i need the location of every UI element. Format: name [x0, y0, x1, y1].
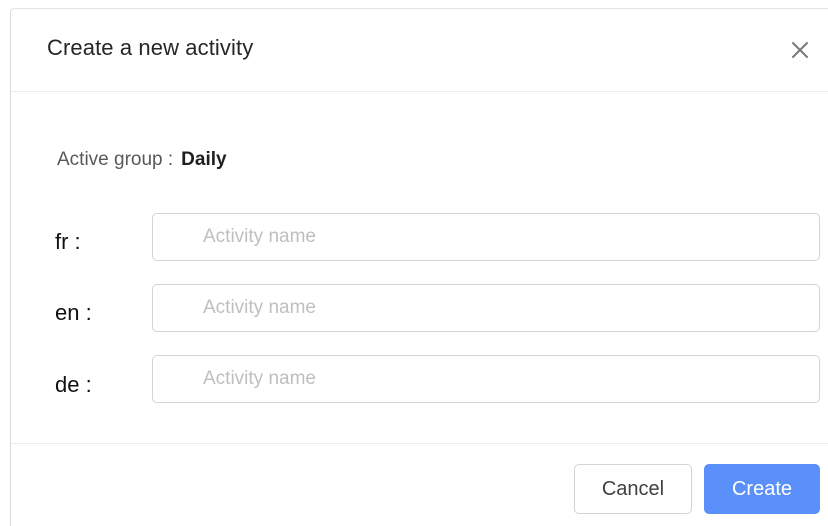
activity-name-input-fr[interactable]	[152, 213, 820, 261]
lang-label-de: de :	[55, 372, 92, 397]
close-icon	[792, 42, 808, 58]
dialog-header: Create a new activity	[11, 9, 828, 92]
create-button[interactable]: Create	[704, 464, 820, 514]
create-activity-dialog: Create a new activity Active group : Dail…	[10, 8, 828, 526]
activity-name-input-en[interactable]	[152, 284, 820, 332]
active-group-value: Daily	[181, 149, 227, 170]
dialog-footer: Cancel Create	[11, 443, 828, 526]
page: Create a new activity Active group : Dail…	[0, 0, 828, 526]
lang-label-en: en :	[55, 300, 92, 325]
activity-name-input-de[interactable]	[152, 355, 820, 403]
close-button[interactable]	[785, 35, 815, 65]
cancel-button[interactable]: Cancel	[574, 464, 692, 514]
dialog-title: Create a new activity	[47, 35, 254, 60]
active-group-label: Active group :	[57, 149, 174, 170]
backdrop	[0, 0, 10, 526]
active-group-row: Active group : Daily	[57, 149, 227, 171]
lang-label-fr: fr :	[55, 229, 81, 254]
